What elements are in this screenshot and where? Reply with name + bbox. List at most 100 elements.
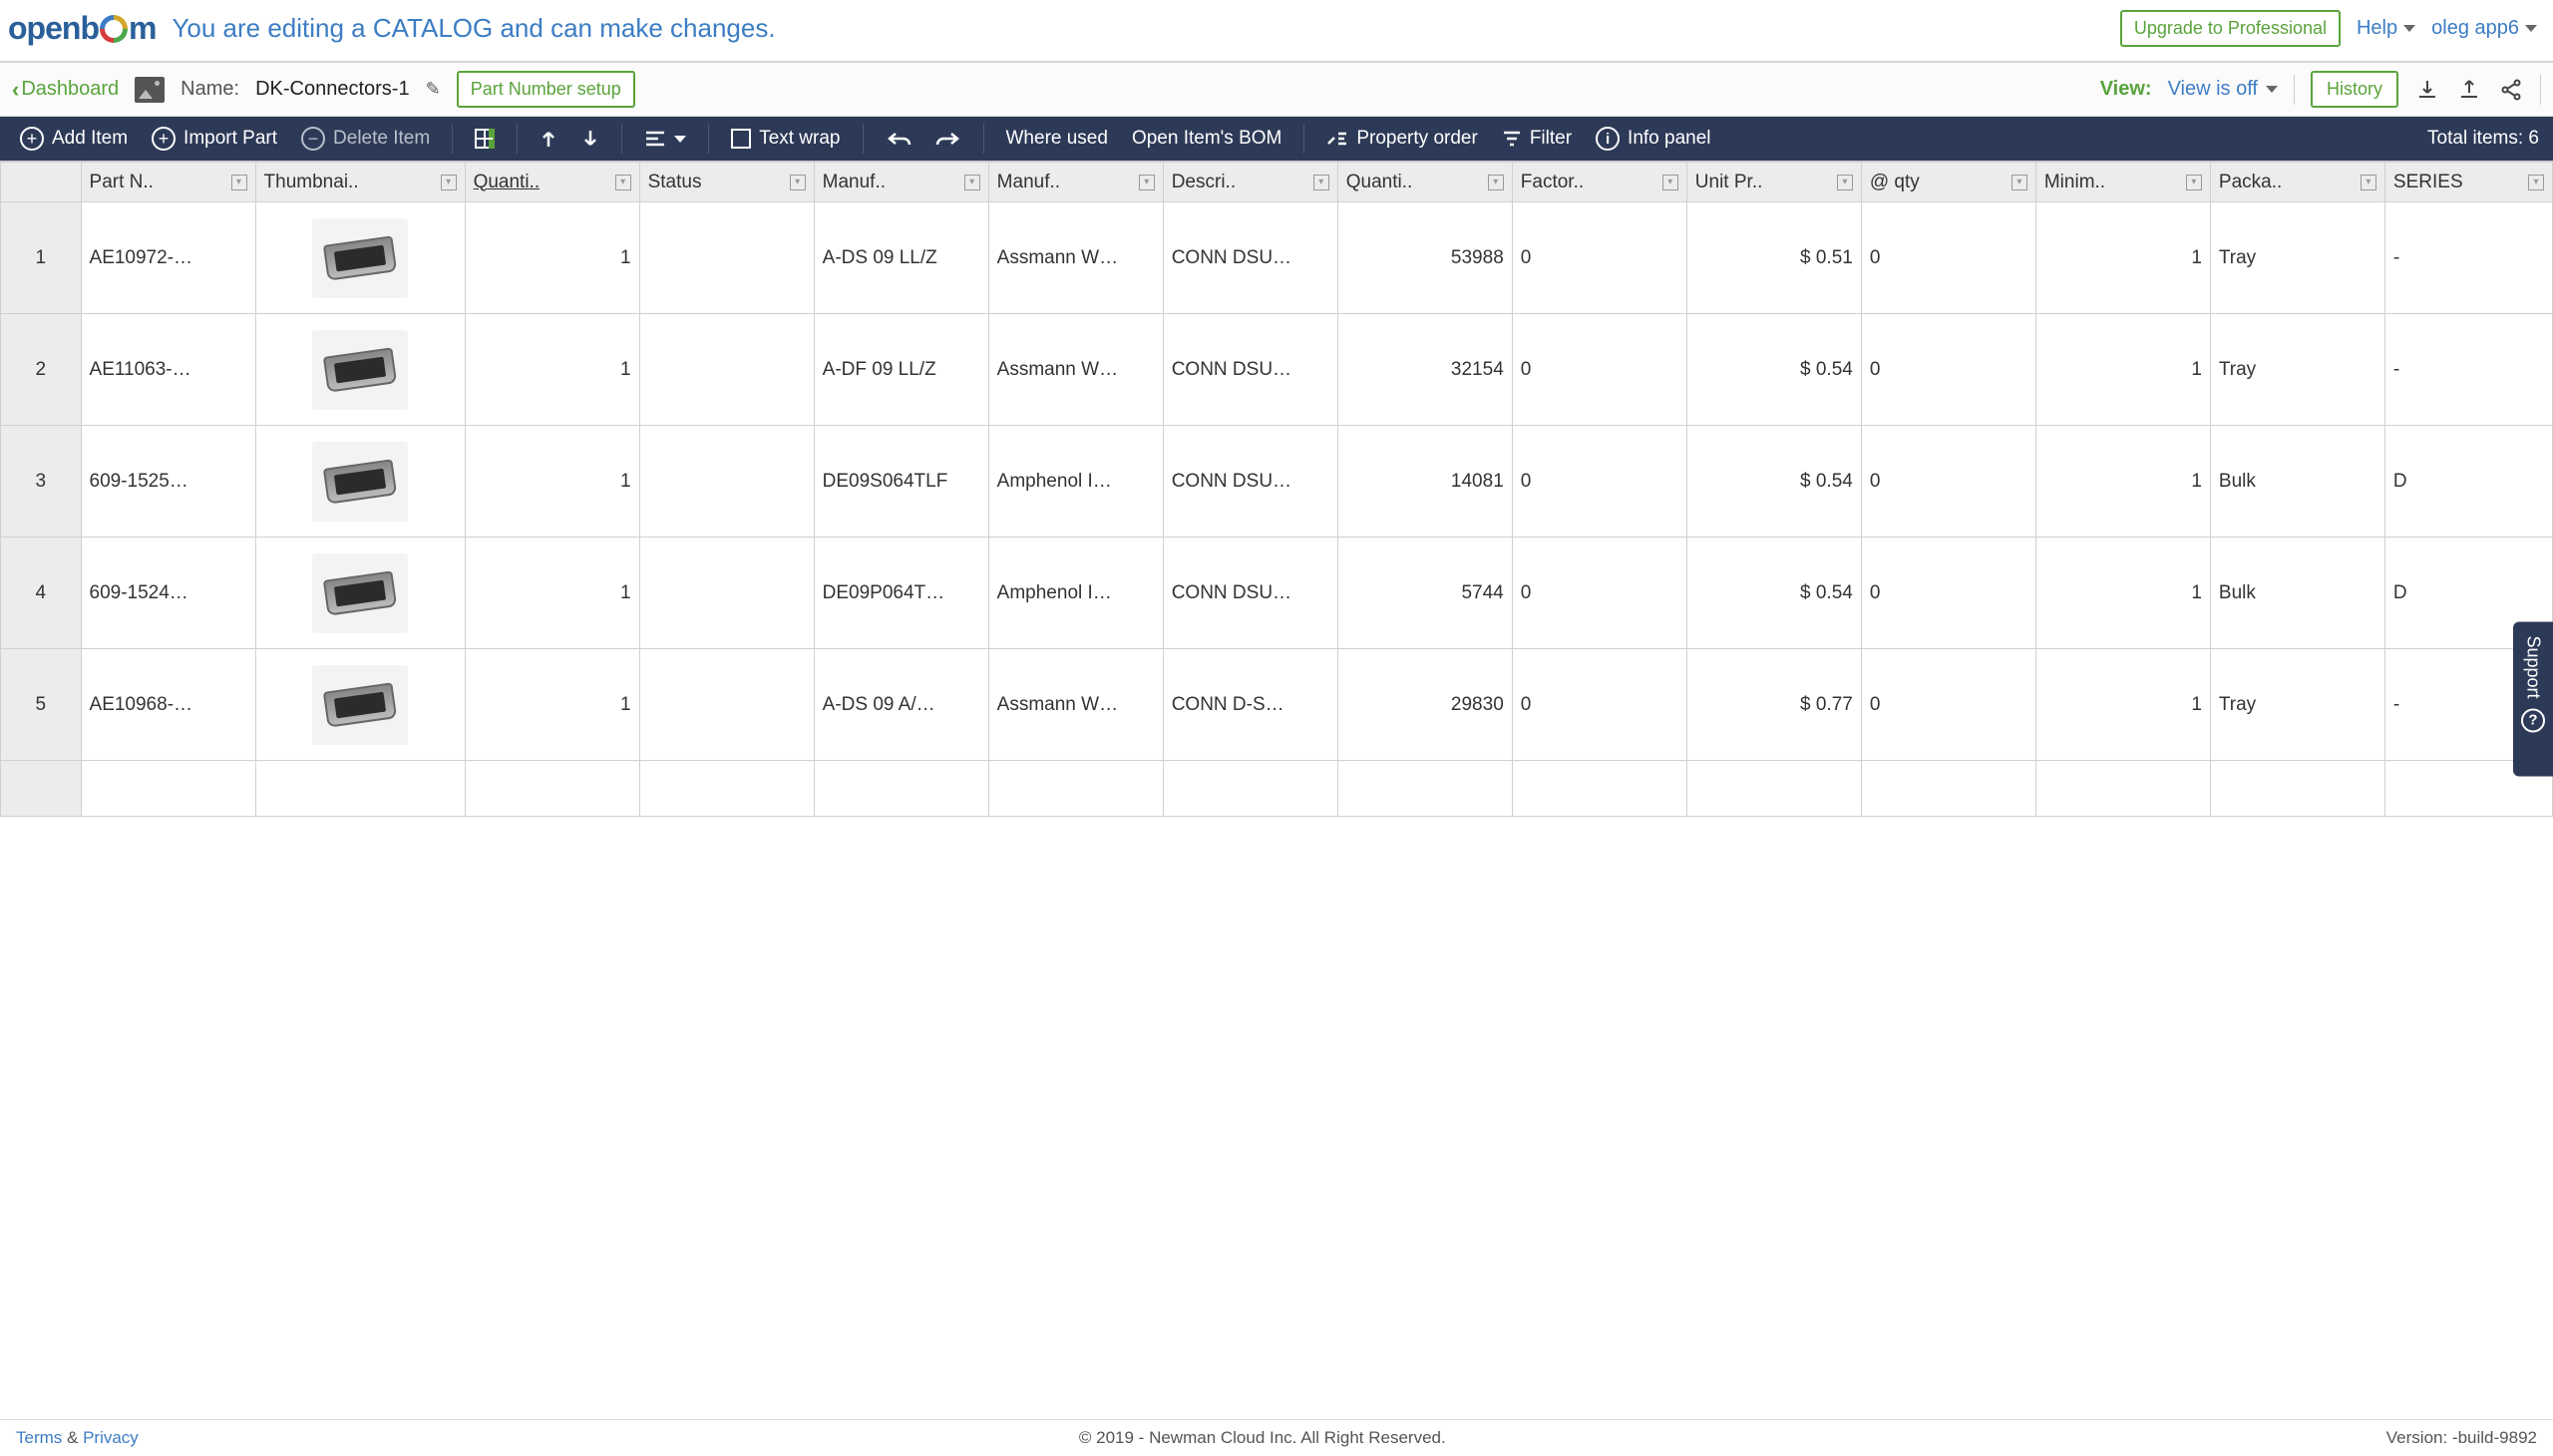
- export-icon[interactable]: [2456, 77, 2482, 103]
- help-menu[interactable]: Help: [2357, 17, 2415, 40]
- cell-at-qty[interactable]: 0: [1861, 314, 2035, 426]
- catalog-image-icon[interactable]: [135, 77, 165, 103]
- cell-minimum[interactable]: 1: [2035, 314, 2210, 426]
- column-header-qty-available[interactable]: Quanti..▾: [1337, 163, 1512, 202]
- add-item-button[interactable]: + Add Item: [14, 123, 134, 155]
- cell-quantity[interactable]: 1: [465, 426, 639, 538]
- filter-icon[interactable]: ▾: [231, 175, 247, 190]
- cell-unit-price[interactable]: $ 0.54: [1686, 426, 1861, 538]
- cell-quantity[interactable]: 1: [465, 538, 639, 649]
- table-row[interactable]: 3 609-1525… 1 DE09S064TLF Amphenol I… CO…: [1, 426, 2553, 538]
- filter-button[interactable]: Filter: [1496, 124, 1578, 154]
- cell-factory[interactable]: 0: [1512, 426, 1686, 538]
- column-header-status[interactable]: Status▾: [639, 163, 814, 202]
- cell-description[interactable]: CONN DSU…: [1163, 202, 1337, 314]
- undo-button[interactable]: [880, 126, 917, 152]
- column-header-part-number[interactable]: Part N..▾: [81, 163, 255, 202]
- cell-quantity[interactable]: 1: [465, 202, 639, 314]
- filter-icon[interactable]: ▾: [1662, 175, 1678, 190]
- cell-part-number[interactable]: AE11063-…: [81, 314, 255, 426]
- view-selector[interactable]: View is off: [2168, 78, 2278, 101]
- cell-mfr[interactable]: Amphenol I…: [988, 426, 1163, 538]
- logo[interactable]: openbm: [8, 10, 156, 47]
- cell-part-number[interactable]: AE10968-…: [81, 649, 255, 761]
- column-header-factory[interactable]: Factor..▾: [1512, 163, 1686, 202]
- cell-series[interactable]: -: [2384, 314, 2552, 426]
- cell-mfr[interactable]: Assmann W…: [988, 314, 1163, 426]
- column-header-rownum[interactable]: [1, 163, 82, 202]
- cell-description[interactable]: CONN DSU…: [1163, 426, 1337, 538]
- open-items-bom-button[interactable]: Open Item's BOM: [1126, 124, 1287, 154]
- cell-at-qty[interactable]: 0: [1861, 538, 2035, 649]
- share-icon[interactable]: [2498, 77, 2524, 103]
- column-header-thumbnail[interactable]: Thumbnai..▾: [255, 163, 465, 202]
- cell-packaging[interactable]: [2210, 761, 2384, 817]
- import-part-button[interactable]: + Import Part: [146, 123, 283, 155]
- filter-icon[interactable]: ▾: [1488, 175, 1504, 190]
- cell-part-number[interactable]: 609-1524…: [81, 538, 255, 649]
- cell-mfr-pn[interactable]: DE09P064T…: [814, 538, 988, 649]
- cell-unit-price[interactable]: $ 0.51: [1686, 202, 1861, 314]
- cell-part-number[interactable]: 609-1525…: [81, 426, 255, 538]
- column-header-description[interactable]: Descri..▾: [1163, 163, 1337, 202]
- table-row[interactable]: 1 AE10972-… 1 A-DS 09 LL/Z Assmann W… CO…: [1, 202, 2553, 314]
- cell-quantity[interactable]: 1: [465, 649, 639, 761]
- table-row[interactable]: [1, 761, 2553, 817]
- cell-status[interactable]: [639, 649, 814, 761]
- table-row[interactable]: 5 AE10968-… 1 A-DS 09 A/… Assmann W… CON…: [1, 649, 2553, 761]
- cell-factory[interactable]: 0: [1512, 649, 1686, 761]
- delete-item-button[interactable]: − Delete Item: [295, 123, 436, 155]
- edit-name-icon[interactable]: ✎: [426, 79, 441, 100]
- table-row[interactable]: 2 AE11063-… 1 A-DF 09 LL/Z Assmann W… CO…: [1, 314, 2553, 426]
- cell-minimum[interactable]: 1: [2035, 426, 2210, 538]
- filter-icon[interactable]: ▾: [2528, 175, 2544, 190]
- cell-quantity[interactable]: 1: [465, 314, 639, 426]
- table-row[interactable]: 4 609-1524… 1 DE09P064T… Amphenol I… CON…: [1, 538, 2553, 649]
- cell-description[interactable]: CONN DSU…: [1163, 314, 1337, 426]
- filter-icon[interactable]: ▾: [615, 175, 631, 190]
- text-wrap-button[interactable]: Text wrap: [725, 124, 846, 154]
- where-used-button[interactable]: Where used: [1000, 124, 1114, 154]
- cell-mfr[interactable]: [988, 761, 1163, 817]
- cell-qty-available[interactable]: 29830: [1337, 649, 1512, 761]
- cell-description[interactable]: CONN DSU…: [1163, 538, 1337, 649]
- cell-unit-price[interactable]: $ 0.54: [1686, 538, 1861, 649]
- column-header-quantity[interactable]: Quanti..▾: [465, 163, 639, 202]
- upgrade-button[interactable]: Upgrade to Professional: [2120, 10, 2341, 47]
- property-order-button[interactable]: Property order: [1320, 124, 1483, 154]
- filter-icon[interactable]: ▾: [1313, 175, 1329, 190]
- cell-status[interactable]: [639, 538, 814, 649]
- cell-mfr[interactable]: Assmann W…: [988, 202, 1163, 314]
- terms-link[interactable]: Terms: [16, 1428, 62, 1447]
- cell-status[interactable]: [639, 202, 814, 314]
- privacy-link[interactable]: Privacy: [83, 1428, 139, 1447]
- move-up-button[interactable]: [534, 125, 563, 153]
- cell-qty-available[interactable]: 5744: [1337, 538, 1512, 649]
- cell-factory[interactable]: 0: [1512, 314, 1686, 426]
- cell-packaging[interactable]: Bulk: [2210, 426, 2384, 538]
- cell-mfr-pn[interactable]: A-DF 09 LL/Z: [814, 314, 988, 426]
- cell-part-number[interactable]: AE10972-…: [81, 202, 255, 314]
- cell-factory[interactable]: 0: [1512, 538, 1686, 649]
- column-header-mfr[interactable]: Manuf..▾: [988, 163, 1163, 202]
- move-down-button[interactable]: [575, 125, 605, 153]
- redo-button[interactable]: [929, 126, 967, 152]
- column-header-series[interactable]: SERIES▾: [2384, 163, 2552, 202]
- filter-icon[interactable]: ▾: [441, 175, 457, 190]
- filter-icon[interactable]: ▾: [2186, 175, 2202, 190]
- cell-factory[interactable]: 0: [1512, 202, 1686, 314]
- support-tab[interactable]: Support ?: [2513, 621, 2553, 776]
- cell-mfr[interactable]: Assmann W…: [988, 649, 1163, 761]
- cell-packaging[interactable]: Tray: [2210, 649, 2384, 761]
- history-button[interactable]: History: [2311, 71, 2398, 108]
- column-header-unit-price[interactable]: Unit Pr..▾: [1686, 163, 1861, 202]
- align-button[interactable]: [638, 126, 692, 152]
- cell-thumbnail[interactable]: [255, 538, 465, 649]
- cell-minimum[interactable]: [2035, 761, 2210, 817]
- cell-thumbnail[interactable]: [255, 202, 465, 314]
- info-panel-button[interactable]: i Info panel: [1590, 123, 1716, 155]
- cell-thumbnail[interactable]: [255, 761, 465, 817]
- data-grid[interactable]: Part N..▾ Thumbnai..▾ Quanti..▾ Status▾ …: [0, 161, 2553, 1419]
- cell-thumbnail[interactable]: [255, 649, 465, 761]
- cell-packaging[interactable]: Tray: [2210, 314, 2384, 426]
